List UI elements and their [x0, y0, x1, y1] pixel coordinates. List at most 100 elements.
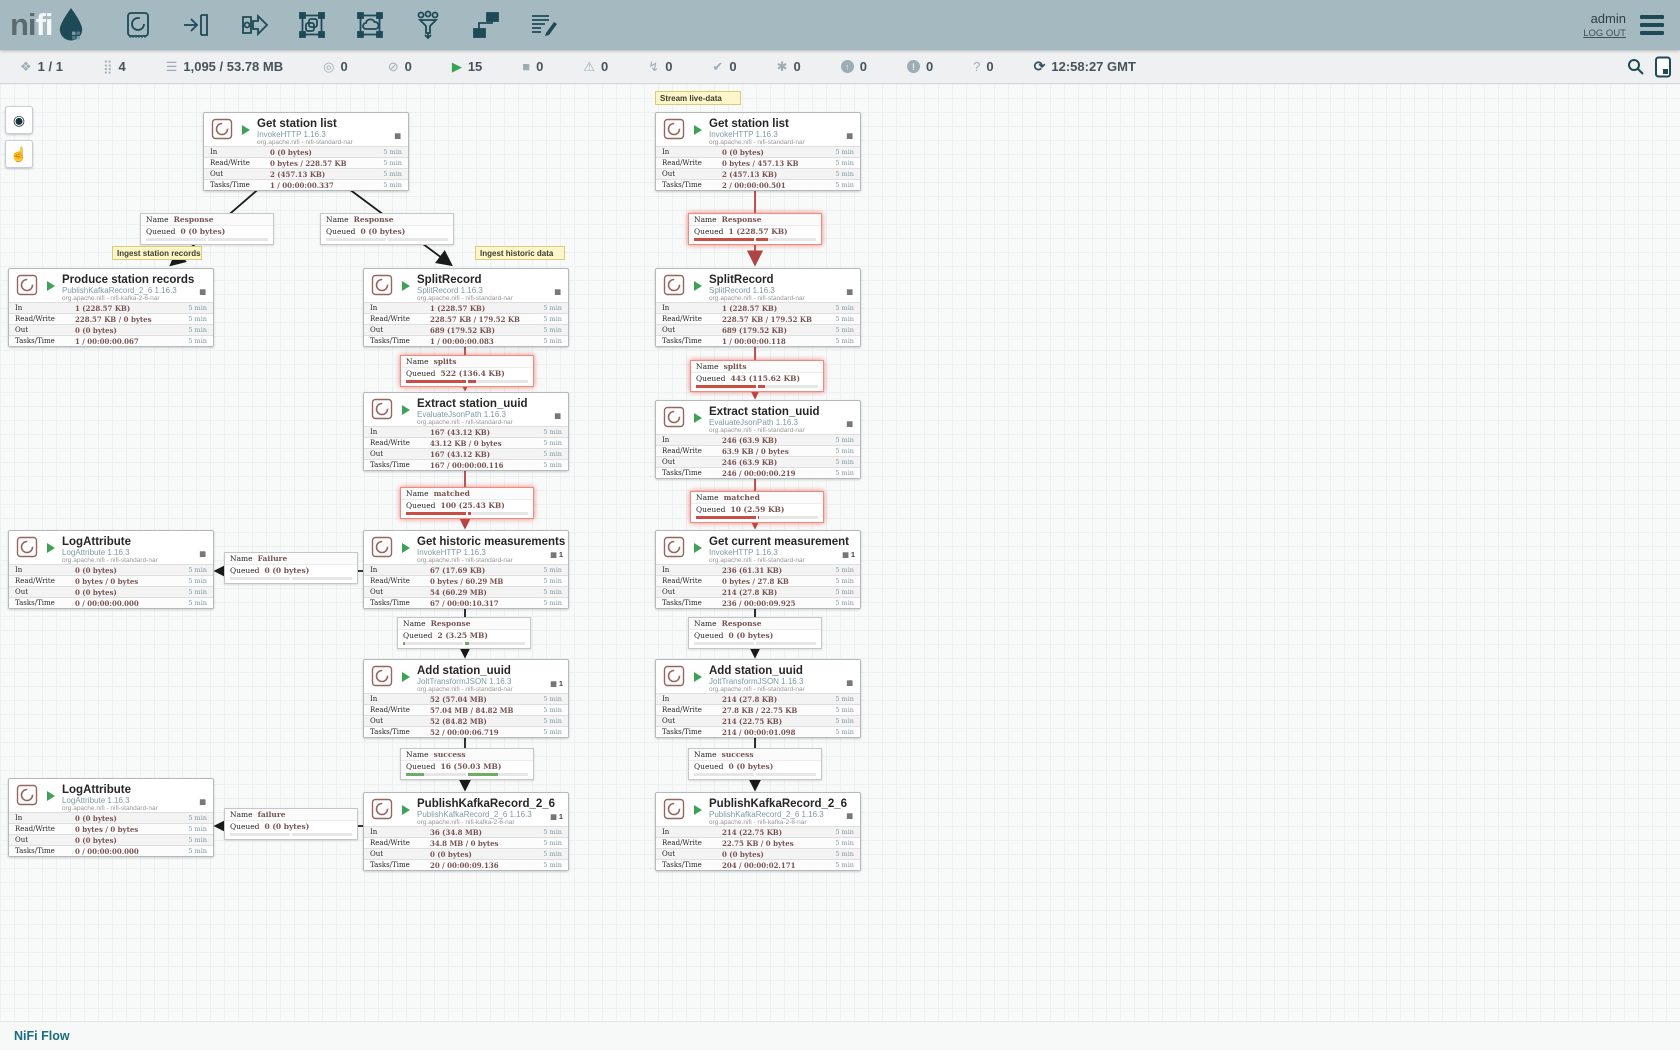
connection-response2-mid[interactable]: Name Response Queued 2 (3.25 MB): [397, 617, 531, 649]
processor-logattribute-mid[interactable]: LogAttribute LogAttribute 1.16.3 org.apa…: [8, 530, 214, 609]
label-stream-live-data[interactable]: Stream live-data: [655, 91, 741, 105]
stat-value: 246 / 00:00:00.219: [722, 469, 835, 478]
thread-grid-icon: ▦: [199, 288, 206, 296]
label-ingest-station-records[interactable]: Ingest station records: [112, 246, 202, 260]
processor-splitrecord-mid[interactable]: SplitRecord SplitRecord 1.16.3 org.apach…: [363, 268, 569, 347]
connection-queued-value: 443 (115.62 KB): [731, 373, 801, 384]
processor-icon: [371, 536, 393, 563]
processor-get-current-measurement[interactable]: Get current measurement InvokeHTTP 1.16.…: [655, 530, 861, 609]
processor-add-station-uuid-mid[interactable]: Add station_uuid JoltTransformJSON 1.16.…: [363, 659, 569, 738]
processor-publishkafka-mid[interactable]: PublishKafkaRecord_2_6 PublishKafkaRecor…: [363, 792, 569, 871]
stat-value: 0 (0 bytes): [270, 148, 383, 157]
stat-window: 5 min: [835, 717, 854, 725]
hand-tool-button[interactable]: ☝: [5, 140, 33, 168]
stat-label: Out: [370, 450, 430, 458]
toolbar-process-group-icon[interactable]: [295, 8, 329, 42]
stat-window: 5 min: [543, 337, 562, 345]
connection-response2-right[interactable]: Name Response Queued 0 (0 bytes): [688, 617, 822, 649]
stat-row-out: Out0 (0 bytes)5 min: [9, 324, 213, 335]
stat-label: Read/Write: [15, 825, 75, 833]
thread-grid-icon: ▦: [394, 132, 401, 140]
refresh-icon[interactable]: ⟳: [1034, 58, 1046, 75]
connection-response-to-produce[interactable]: Name Response Queued 0 (0 bytes): [140, 213, 274, 245]
birdseye-button[interactable]: ◉: [5, 106, 33, 134]
stat-label: In: [15, 814, 75, 822]
connection-matched-right[interactable]: Name matched Queued 10 (2.59 KB): [690, 491, 824, 523]
stat-value: 20 / 00:00:09.136: [430, 861, 543, 870]
connection-response-to-split-mid[interactable]: Name Response Queued 0 (0 bytes): [320, 213, 454, 245]
locally-modified-icon: ✱: [777, 60, 788, 73]
processor-publishkafka-right[interactable]: PublishKafkaRecord_2_6 PublishKafkaRecor…: [655, 792, 861, 871]
status-running-count: 15: [468, 59, 482, 74]
status-transmitting-count: 0: [340, 59, 347, 74]
connection-name-value: Failure: [258, 553, 288, 564]
processor-splitrecord-right[interactable]: SplitRecord SplitRecord 1.16.3 org.apach…: [655, 268, 861, 347]
connection-name-value: splits: [724, 361, 747, 372]
connection-response-to-split-right[interactable]: Name Response Queued 1 (228.57 KB): [688, 213, 822, 245]
processor-type: PublishKafkaRecord_2_6 1.16.3: [62, 286, 194, 295]
stat-label: Tasks/Time: [370, 599, 430, 607]
processor-produce-station-records[interactable]: Produce station records PublishKafkaReco…: [8, 268, 214, 347]
breadcrumb-nifi-flow[interactable]: NiFi Flow: [14, 1029, 70, 1043]
stat-row-in: In1 (228.57 KB)5 min: [656, 302, 860, 313]
processor-type: JoltTransformJSON 1.16.3: [709, 677, 805, 686]
processor-icon: [16, 784, 38, 811]
status-locally-modified-stale-count: 0: [926, 59, 933, 74]
global-menu-button[interactable]: [1640, 15, 1664, 35]
processor-extract-station-uuid-right[interactable]: Extract station_uuid EvaluateJsonPath 1.…: [655, 400, 861, 479]
stat-label: Tasks/Time: [662, 337, 722, 345]
stat-row-in: In52 (57.04 MB)5 min: [364, 693, 568, 704]
connection-failure-mid[interactable]: Name Failure Queued 0 (0 bytes): [224, 552, 358, 584]
processor-extract-station-uuid-mid[interactable]: Extract station_uuid EvaluateJsonPath 1.…: [363, 392, 569, 471]
stat-value: 54 (60.29 MB): [430, 588, 543, 597]
toolbar-label-icon[interactable]: [527, 8, 561, 42]
connection-success-right[interactable]: Name success Queued 0 (0 bytes): [688, 748, 822, 780]
stat-label: Tasks/Time: [15, 337, 75, 345]
processor-bundle: org.apache.nifi - nifi-standard-nar: [417, 686, 513, 694]
processor-icon: [371, 798, 393, 825]
status-sync-failure: ?0: [973, 59, 993, 74]
connection-splits-mid[interactable]: Name splits Queued 522 (136.4 KB): [400, 355, 534, 387]
connection-queued-value: 0 (0 bytes): [265, 821, 310, 832]
stat-value: 52 / 00:00:06.719: [430, 728, 543, 737]
stat-value: 0 bytes / 27.8 KB: [722, 577, 835, 586]
connection-splits-right[interactable]: Name splits Queued 443 (115.62 KB): [690, 360, 824, 392]
processor-icon: [663, 665, 685, 692]
toolbar-funnel-icon[interactable]: [411, 8, 445, 42]
processor-type: LogAttribute 1.16.3: [62, 796, 158, 805]
stat-value: 214 / 00:00:01.098: [722, 728, 835, 737]
toolbar-processor-icon[interactable]: [121, 8, 155, 42]
flow-canvas[interactable]: Get station list InvokeHTTP 1.16.3 org.a…: [0, 0, 1680, 1050]
processor-logattribute-bottom[interactable]: LogAttribute LogAttribute 1.16.3 org.apa…: [8, 778, 214, 857]
connection-name-key: Name: [696, 492, 719, 503]
toolbar-template-icon[interactable]: [469, 8, 503, 42]
processor-add-station-uuid-right[interactable]: Add station_uuid JoltTransformJSON 1.16.…: [655, 659, 861, 738]
toolbar-input-port-icon[interactable]: [179, 8, 213, 42]
settings-panel-button[interactable]: [1654, 56, 1672, 78]
processor-get-historic-measurements[interactable]: Get historic measurements InvokeHTTP 1.1…: [363, 530, 569, 609]
stat-row-in: In214 (22.75 KB)5 min: [656, 826, 860, 837]
connection-queued-key: Queued: [146, 226, 176, 237]
processor-get-station-list-left[interactable]: Get station list InvokeHTTP 1.16.3 org.a…: [203, 112, 409, 191]
search-icon[interactable]: [1627, 58, 1644, 75]
toolbar-output-port-icon[interactable]: [237, 8, 271, 42]
connection-failure-bottom[interactable]: Name failure Queued 0 (0 bytes): [224, 808, 358, 840]
queue-percent-bars: [401, 772, 533, 779]
stat-window: 5 min: [188, 337, 207, 345]
connection-matched-mid[interactable]: Name matched Queued 100 (25.43 KB): [400, 487, 534, 519]
processor-icon: [663, 536, 685, 563]
connection-name-value: matched: [434, 488, 470, 499]
active-thread-badge: ▦: [199, 550, 208, 558]
label-ingest-historic-data[interactable]: Ingest historic data: [475, 246, 565, 260]
status-cluster-count: 1 / 1: [38, 59, 63, 74]
app-header: nifi admin LOG OUT: [0, 0, 1680, 50]
stat-value: 246 (63.9 KB): [722, 436, 835, 445]
processor-get-station-list-right[interactable]: Get station list InvokeHTTP 1.16.3 org.a…: [655, 112, 861, 191]
logout-link[interactable]: LOG OUT: [1583, 28, 1626, 39]
connection-queued-value: 2 (3.25 MB): [438, 630, 488, 641]
stat-value: 1 / 00:00:00.337: [270, 181, 383, 190]
stat-value: 2 (457.13 KB): [722, 170, 835, 179]
connection-success-mid[interactable]: Name success Queued 16 (50.03 MB): [400, 748, 534, 780]
active-thread-badge: ▦1: [842, 550, 855, 559]
toolbar-remote-process-group-icon[interactable]: [353, 8, 387, 42]
